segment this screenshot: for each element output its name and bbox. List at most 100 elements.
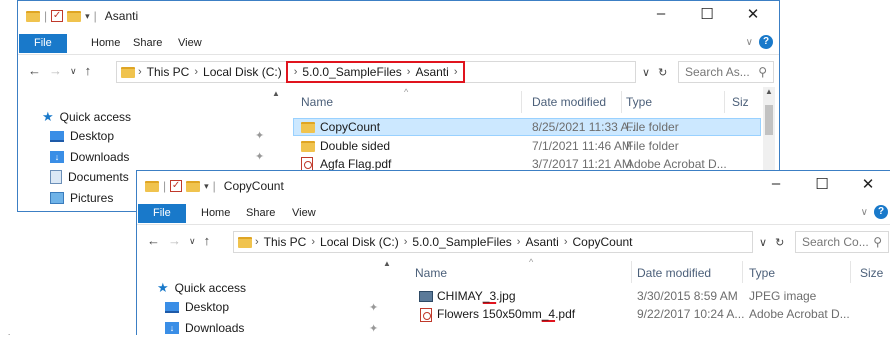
forward-arrow-icon[interactable]: → (49, 63, 62, 80)
scroll-up-icon[interactable]: ▲ (272, 89, 280, 98)
column-date-modified[interactable]: Date modified (532, 95, 606, 109)
column-size[interactable]: Siz (732, 95, 749, 109)
search-icon: ⚲ (758, 65, 767, 79)
scroll-thumb[interactable] (765, 105, 773, 135)
folder-icon (26, 10, 40, 22)
pin-icon[interactable]: ✦ (369, 301, 378, 314)
back-arrow-icon[interactable]: ← (147, 233, 160, 250)
nav-desktop[interactable]: Desktop (50, 129, 114, 143)
tab-file[interactable]: File (138, 204, 186, 223)
file-date: 3/7/2017 11:21 AM (532, 157, 632, 171)
scroll-up-icon[interactable]: ▲ (383, 259, 391, 268)
pin-icon[interactable]: ✦ (369, 322, 378, 335)
close-button[interactable]: ✕ (845, 175, 890, 193)
tab-view[interactable]: View (292, 204, 316, 223)
file-date: 9/22/2017 10:24 A... (637, 307, 745, 321)
column-name[interactable]: Name (301, 95, 333, 109)
minimize-button[interactable]: – (753, 175, 799, 193)
maximize-button[interactable]: ☐ (799, 175, 845, 193)
edge-mark: . (8, 328, 11, 337)
file-name: Double sided (320, 139, 391, 153)
breadcrumb-samplefiles[interactable]: 5.0.0_SampleFiles (410, 235, 513, 249)
search-input[interactable]: Search Co... ⚲ (795, 231, 889, 253)
nav-documents[interactable]: Documents (50, 170, 129, 184)
properties-checkbox-icon[interactable]: ✓ (170, 180, 183, 192)
file-row-double-sided[interactable]: Double sided 7/1/2021 11:46 AM File fold… (293, 137, 761, 155)
new-folder-icon[interactable] (67, 10, 82, 22)
address-bar[interactable]: › This PC › Local Disk (C:) › 5.0.0_Samp… (116, 61, 636, 83)
help-icon[interactable]: ? (874, 205, 888, 219)
close-button[interactable]: ✕ (730, 5, 776, 23)
file-name: CHIMAY_3.jpg (437, 289, 516, 303)
breadcrumb-local-disk[interactable]: Local Disk (C:) (318, 235, 401, 249)
breadcrumb-asanti[interactable]: Asanti (413, 65, 450, 79)
forward-arrow-icon[interactable]: → (168, 233, 181, 250)
nav-pictures[interactable]: Pictures (50, 191, 113, 205)
file-type: File folder (626, 139, 679, 153)
tab-home[interactable]: Home (201, 204, 230, 223)
column-name[interactable]: Name (415, 266, 447, 280)
tab-share[interactable]: Share (246, 204, 275, 223)
address-dropdown-icon[interactable]: ∨ (759, 236, 767, 249)
scroll-up-icon[interactable]: ▲ (765, 87, 773, 96)
refresh-icon[interactable]: ↻ (775, 236, 784, 249)
breadcrumb-samplefiles[interactable]: 5.0.0_SampleFiles (300, 65, 403, 79)
title-bar[interactable]: | ✓ ▾ | Asanti – ☐ ✕ (18, 1, 779, 31)
properties-checkbox-icon[interactable]: ✓ (51, 10, 64, 22)
column-type[interactable]: Type (626, 95, 652, 109)
up-arrow-icon[interactable]: ↑ (85, 63, 92, 80)
breadcrumb-asanti[interactable]: Asanti (523, 235, 560, 249)
tab-file[interactable]: File (19, 34, 67, 53)
refresh-icon[interactable]: ↻ (658, 66, 667, 79)
window-title: Asanti (104, 9, 139, 23)
nav-quick-access[interactable]: ★ Quick access (42, 109, 131, 125)
customize-toolbar-icon[interactable]: ▾ (204, 181, 209, 192)
pin-icon[interactable]: ✦ (255, 129, 264, 142)
file-date: 7/1/2021 11:46 AM (532, 139, 632, 153)
expand-ribbon-icon[interactable]: ∨ (861, 207, 868, 218)
recent-locations-icon[interactable]: ∨ (70, 63, 77, 80)
search-input[interactable]: Search As... ⚲ (678, 61, 774, 83)
column-type[interactable]: Type (749, 266, 775, 280)
expand-ribbon-icon[interactable]: ∨ (746, 37, 753, 48)
new-folder-icon[interactable] (186, 180, 201, 192)
maximize-button[interactable]: ☐ (684, 5, 730, 23)
title-bar[interactable]: | ✓ ▾ | CopyCount – ☐ ✕ (137, 171, 890, 201)
address-dropdown-icon[interactable]: ∨ (642, 66, 650, 79)
explorer-window-copycount[interactable]: | ✓ ▾ | CopyCount – ☐ ✕ File Home Share … (136, 170, 890, 335)
file-row-flowers[interactable]: Flowers 150x50mm_4.pdf 9/22/2017 10:24 A… (417, 306, 887, 324)
folder-icon (301, 141, 315, 152)
file-type: Adobe Acrobat D... (749, 307, 850, 321)
column-size[interactable]: Size (860, 266, 883, 280)
tab-home[interactable]: Home (91, 34, 120, 53)
recent-locations-icon[interactable]: ∨ (189, 233, 196, 250)
nav-desktop[interactable]: Desktop (165, 300, 229, 314)
file-type: File folder (626, 120, 679, 134)
up-arrow-icon[interactable]: ↑ (204, 233, 211, 250)
file-date: 3/30/2015 8:59 AM (637, 289, 738, 303)
help-icon[interactable]: ? (759, 35, 773, 49)
documents-icon (50, 170, 62, 184)
file-row-copycount[interactable]: CopyCount 8/25/2021 11:33 A... File fold… (293, 118, 761, 136)
breadcrumb-this-pc[interactable]: This PC (145, 65, 192, 79)
folder-icon (238, 236, 252, 248)
back-arrow-icon[interactable]: ← (28, 63, 41, 80)
quick-access-toolbar: | ✓ ▾ | CopyCount (145, 179, 284, 193)
file-type: JPEG image (749, 289, 817, 303)
nav-downloads[interactable]: ↓ Downloads (50, 150, 129, 164)
breadcrumb-copycount[interactable]: CopyCount (570, 235, 634, 249)
file-row-chimay[interactable]: CHIMAY_3.jpg 3/30/2015 8:59 AM JPEG imag… (417, 288, 887, 306)
tab-view[interactable]: View (178, 34, 202, 53)
nav-downloads[interactable]: ↓ Downloads (165, 321, 244, 335)
pin-icon[interactable]: ✦ (255, 150, 264, 163)
tab-share[interactable]: Share (133, 34, 162, 53)
address-row: ← → ∨ ↑ › This PC › Local Disk (C:) › 5.… (137, 227, 890, 257)
address-bar[interactable]: › This PC › Local Disk (C:) › 5.0.0_Samp… (233, 231, 753, 253)
breadcrumb-local-disk[interactable]: Local Disk (C:) (201, 65, 284, 79)
customize-toolbar-icon[interactable]: ▾ (85, 11, 90, 22)
minimize-button[interactable]: – (638, 5, 684, 23)
column-date-modified[interactable]: Date modified (637, 266, 711, 280)
nav-quick-access[interactable]: ★ Quick access (157, 280, 246, 296)
breadcrumb-this-pc[interactable]: This PC (262, 235, 309, 249)
file-type: Adobe Acrobat D... (626, 157, 727, 171)
